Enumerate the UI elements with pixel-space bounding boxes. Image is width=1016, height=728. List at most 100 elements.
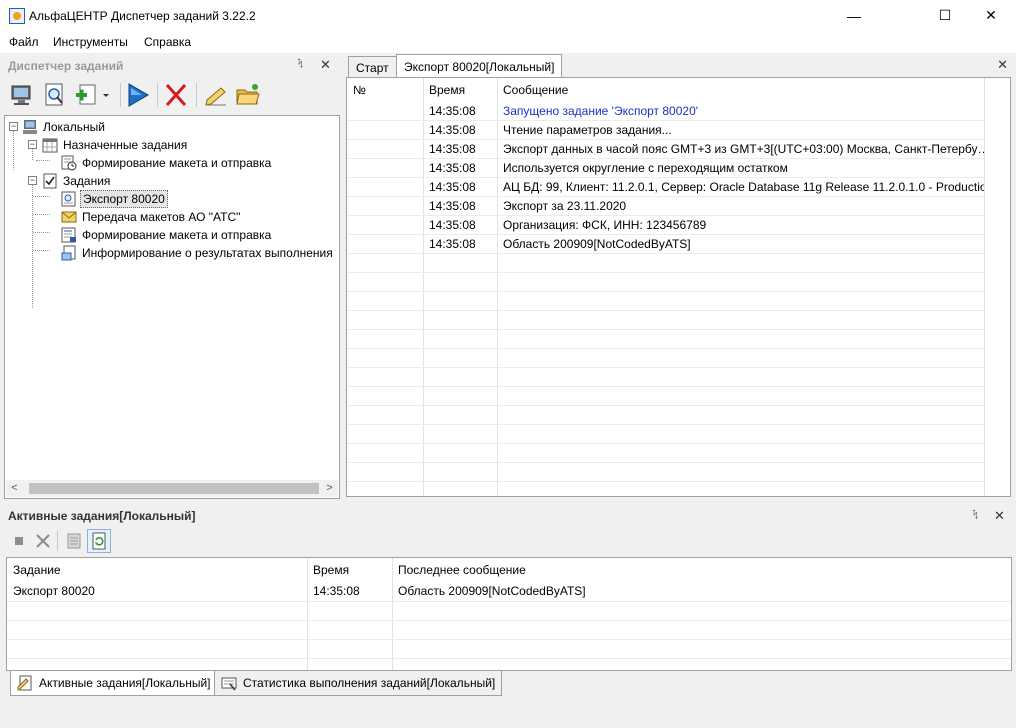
calendar-icon: [42, 137, 58, 153]
num-cell: [347, 102, 423, 121]
notify-doc-icon: [61, 245, 77, 261]
tab-statistics[interactable]: Статистика выполнения заданий[Локальный]: [214, 671, 503, 696]
message-cell: Экспорт за 23.11.2020: [503, 199, 627, 213]
table-row[interactable]: 14:35:08 Область 200909[NotCodedByATS]: [347, 235, 985, 254]
close-tab-icon[interactable]: ✕: [997, 57, 1008, 73]
tree-item-tasks[interactable]: Задания: [42, 172, 112, 190]
tree-label: Передача макетов АО "АТС": [82, 210, 241, 224]
empty-row: [7, 640, 1011, 659]
table-row[interactable]: 14:35:08 Организация: ФСК, ИНН: 123456789: [347, 216, 985, 235]
delete-x-icon[interactable]: [162, 81, 190, 109]
tab-active-tasks[interactable]: Активные задания[Локальный]: [10, 671, 218, 696]
time-cell: 14:35:08: [429, 142, 476, 156]
list-icon[interactable]: [63, 529, 85, 553]
empty-row: [347, 273, 985, 292]
column-header-message[interactable]: Сообщение: [497, 78, 984, 102]
tree-guide: [32, 148, 33, 160]
refresh-icon[interactable]: [87, 529, 111, 553]
tree-item-scheduled-job[interactable]: Формирование макета и отправка: [61, 154, 273, 172]
panel-close-button[interactable]: ✕: [320, 57, 331, 73]
tab-start[interactable]: Старт: [348, 56, 397, 77]
table-row[interactable]: 14:35:08 Используется округление с перехо…: [347, 159, 985, 178]
empty-row: [7, 621, 1011, 640]
pin-icon[interactable]: ᛪ: [297, 58, 304, 70]
column-header-time[interactable]: Время: [307, 558, 392, 582]
statistics-icon: [221, 675, 237, 691]
empty-row: [347, 387, 985, 406]
minimize-button[interactable]: —: [831, 0, 877, 31]
scroll-left-icon[interactable]: <: [6, 480, 23, 497]
tree-item-form-layout[interactable]: Формирование макета и отправка: [61, 226, 273, 244]
column-header-time[interactable]: Время: [423, 78, 497, 102]
empty-row: [347, 254, 985, 273]
dropdown-arrow-icon[interactable]: [100, 81, 112, 109]
tree-label: Назначенные задания: [63, 138, 188, 152]
table-row[interactable]: 14:35:08 Запущено задание 'Экспорт 80020': [347, 102, 985, 121]
tree-item-scheduled[interactable]: Назначенные задания: [42, 136, 189, 154]
menu-file[interactable]: Файл: [9, 35, 39, 49]
table-row[interactable]: 14:35:08 Экспорт данных в часой пояс GMT+…: [347, 140, 985, 159]
message-cell: Экспорт данных в часой пояс GMT+3 из GMT…: [503, 142, 984, 156]
run-play-icon[interactable]: [124, 81, 152, 109]
tree-collapse-toggle[interactable]: −: [9, 122, 18, 131]
empty-row: [347, 368, 985, 387]
time-cell: 14:35:08: [429, 180, 476, 194]
table-row[interactable]: 14:35:08 АЦ БД: 99, Клиент: 11.2.0.1, Сер…: [347, 178, 985, 197]
active-tasks-icon: [17, 675, 33, 691]
column-header-last-message[interactable]: Последнее сообщение: [392, 558, 992, 582]
tree-guide: [33, 250, 50, 251]
tree-collapse-toggle[interactable]: −: [28, 176, 37, 185]
maximize-button[interactable]: ☐: [922, 0, 968, 31]
add-task-icon[interactable]: [72, 81, 100, 109]
table-row[interactable]: Экспорт 80020 14:35:08 Область 200909[No…: [7, 582, 1011, 602]
tree-item-transfer-layouts[interactable]: Передача макетов АО "АТС": [61, 208, 242, 226]
tree-guide: [32, 184, 33, 308]
title-bar: АльфаЦЕНТР Диспетчер заданий 3.22.2 — ☐ …: [0, 0, 1016, 31]
search-document-icon[interactable]: [41, 81, 69, 109]
column-header-task[interactable]: Задание: [7, 558, 307, 582]
panel-close-button[interactable]: ✕: [994, 508, 1005, 524]
toolbar-separator: [120, 83, 121, 107]
cancel-x-icon[interactable]: [32, 529, 54, 553]
tree-label: Локальный: [43, 120, 105, 134]
menu-help[interactable]: Справка: [144, 35, 191, 49]
horizontal-scrollbar[interactable]: < >: [6, 480, 338, 497]
task-tree: − Локальный − Назначенные задания Формир: [4, 115, 340, 499]
tree-guide: [13, 130, 14, 170]
empty-row: [347, 349, 985, 368]
num-cell: [347, 235, 423, 254]
export-doc-icon: [61, 191, 77, 207]
app-window: АльфаЦЕНТР Диспетчер заданий 3.22.2 — ☐ …: [0, 0, 1016, 728]
table-row[interactable]: 14:35:08 Чтение параметров задания...: [347, 121, 985, 140]
time-cell: 14:35:08: [429, 237, 476, 251]
pin-icon[interactable]: ᛪ: [972, 509, 979, 521]
message-cell: Чтение параметров задания...: [503, 123, 672, 137]
message-cell: Запущено задание 'Экспорт 80020': [503, 104, 699, 118]
stop-icon[interactable]: [8, 529, 30, 553]
menu-tools[interactable]: Инструменты: [53, 35, 128, 49]
edit-pencil-icon[interactable]: [202, 81, 230, 109]
table-row[interactable]: 14:35:08 Экспорт за 23.11.2020: [347, 197, 985, 216]
scroll-right-icon[interactable]: >: [321, 480, 338, 497]
computer-icon[interactable]: [8, 81, 36, 109]
message-cell: Область 200909[NotCodedByATS]: [398, 584, 586, 598]
tree-collapse-toggle[interactable]: −: [28, 140, 37, 149]
num-cell: [347, 216, 423, 235]
open-folder-icon[interactable]: [234, 81, 262, 109]
tree-item-export-80020[interactable]: Экспорт 80020: [61, 190, 168, 208]
empty-row: [347, 463, 985, 482]
empty-row: [347, 330, 985, 349]
tab-export-80020[interactable]: Экспорт 80020[Локальный]: [396, 54, 563, 77]
envelope-icon: [61, 209, 77, 225]
tree-item-notify-results[interactable]: Информирование о результатах выполнения: [61, 244, 335, 262]
tree-item-local[interactable]: Локальный: [22, 118, 107, 136]
scheduled-doc-icon: [61, 155, 77, 171]
tree-guide: [33, 196, 50, 197]
column-header-num[interactable]: №: [347, 78, 423, 102]
close-button[interactable]: ✕: [968, 0, 1014, 31]
scroll-thumb[interactable]: [29, 483, 319, 494]
message-cell: Организация: ФСК, ИНН: 123456789: [503, 218, 707, 232]
tree-label: Формирование макета и отправка: [82, 228, 272, 242]
num-cell: [347, 121, 423, 140]
panel-title: Диспетчер заданий: [8, 59, 124, 73]
